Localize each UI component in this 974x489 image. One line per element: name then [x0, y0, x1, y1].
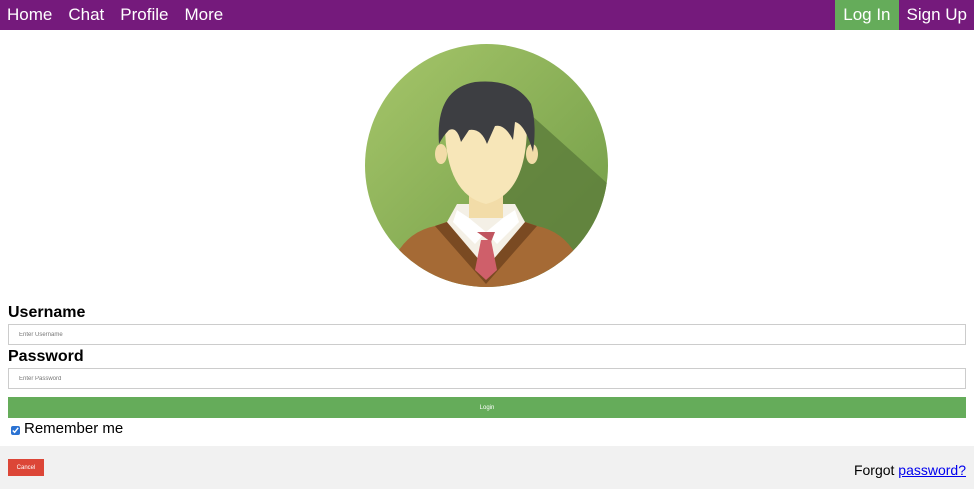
- nav-more-link[interactable]: More: [176, 0, 231, 30]
- cancel-button[interactable]: Cancel: [8, 459, 44, 476]
- nav-chat-link[interactable]: Chat: [60, 0, 112, 30]
- username-input[interactable]: [8, 324, 966, 345]
- remember-me-label: Remember me: [24, 420, 124, 437]
- forgot-prefix: Forgot: [853, 462, 895, 478]
- form-footer: Cancel Forgot password?: [0, 446, 974, 489]
- nav-home-link[interactable]: Home: [0, 0, 60, 30]
- remember-me-row[interactable]: Remember me: [8, 420, 123, 437]
- login-button[interactable]: Login: [8, 397, 966, 418]
- nav-left-group: Home Chat Profile More: [0, 0, 231, 30]
- forgot-password-link[interactable]: password?: [898, 462, 966, 478]
- password-label: Password: [8, 348, 84, 365]
- nav-signup-link[interactable]: Sign Up: [899, 0, 974, 30]
- forgot-password-text: Forgot password?: [854, 462, 966, 478]
- nav-right-group: Log In Sign Up: [835, 0, 974, 30]
- user-avatar-icon: [365, 44, 608, 287]
- nav-profile-link[interactable]: Profile: [112, 0, 176, 30]
- remember-me-checkbox[interactable]: [11, 426, 20, 435]
- nav-login-link[interactable]: Log In: [835, 0, 899, 30]
- password-input[interactable]: [8, 368, 966, 389]
- top-navbar: Home Chat Profile More Log In Sign Up: [0, 0, 974, 30]
- username-label: Username: [8, 304, 86, 321]
